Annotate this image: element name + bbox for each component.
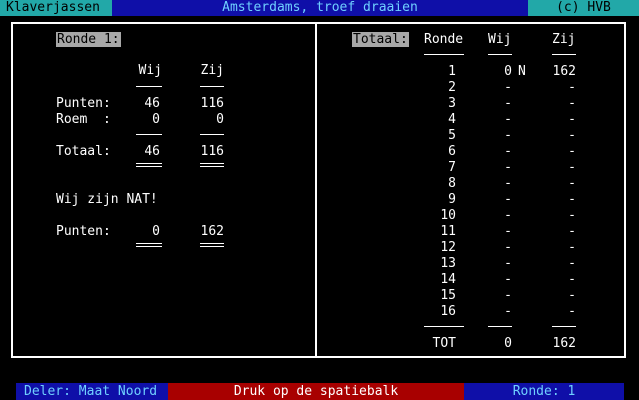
round-wij-score: - [504, 256, 512, 271]
round-zij-score: - [568, 96, 576, 111]
round-wij-score: - [504, 128, 512, 143]
right-col-zij: Zij [552, 32, 576, 47]
subtotal-rule-wij [136, 134, 162, 135]
round-number: 6 [448, 144, 456, 159]
final-points-wij: 0 [152, 224, 160, 239]
round-wij-score: - [504, 272, 512, 287]
points-zij: 116 [200, 96, 224, 111]
round-zij-score: - [568, 128, 576, 143]
score-frame [11, 22, 626, 358]
final-points-zij: 162 [200, 224, 224, 239]
total-wij: 46 [144, 144, 160, 159]
ronde-footer-rule [424, 326, 464, 327]
total-double-rule-zij [200, 163, 224, 167]
final-double-rule-wij [136, 243, 162, 247]
round-number: 15 [440, 288, 456, 303]
tot-wij: 0 [504, 336, 512, 351]
panel-divider [315, 22, 317, 358]
round-zij-score: - [568, 176, 576, 191]
round-wij-score: - [504, 208, 512, 223]
header-underline-zij [200, 86, 224, 87]
round-zij-score: - [568, 272, 576, 287]
total-zij: 116 [200, 144, 224, 159]
total-double-rule-wij [136, 163, 162, 167]
tot-zij: 162 [552, 336, 576, 351]
round-number: 14 [440, 272, 456, 287]
app-name: Klaverjassen [0, 0, 112, 16]
copyright-label: (c) HVB [528, 0, 639, 16]
wij-header-rule [488, 54, 512, 55]
roem-zij: 0 [216, 112, 224, 127]
round-number: 12 [440, 240, 456, 255]
header-underline-wij [136, 86, 162, 87]
points-label: Punten: [56, 96, 111, 111]
left-col-wij: Wij [138, 63, 162, 78]
round-number: 1 [448, 64, 456, 79]
round-zij-score: - [568, 208, 576, 223]
round-wij-score: - [504, 224, 512, 239]
round-zij-score: - [568, 304, 576, 319]
zij-footer-rule [552, 326, 576, 327]
round-number: 11 [440, 224, 456, 239]
round-label: Ronde 1: [56, 32, 121, 47]
round-wij-score: - [504, 144, 512, 159]
round-zij-score: - [568, 224, 576, 239]
final-points-label: Punten: [56, 224, 111, 239]
round-number: 16 [440, 304, 456, 319]
round-wij-score: 0 [504, 64, 512, 79]
press-space-prompt: Druk op de spatiebalk [168, 383, 464, 400]
round-number: 5 [448, 128, 456, 143]
round-wij-score: - [504, 176, 512, 191]
left-col-zij: Zij [200, 63, 224, 78]
round-wij-score: - [504, 80, 512, 95]
round-zij-score: - [568, 112, 576, 127]
round-wij-score: - [504, 112, 512, 127]
round-number: 3 [448, 96, 456, 111]
round-zij-score: - [568, 288, 576, 303]
zij-header-rule [552, 54, 576, 55]
round-number: 8 [448, 176, 456, 191]
round-wij-score: - [504, 288, 512, 303]
ronde-header-rule [424, 54, 464, 55]
round-zij-score: - [568, 256, 576, 271]
round-zij-score: - [568, 160, 576, 175]
round-number: 2 [448, 80, 456, 95]
round-wij-score: - [504, 240, 512, 255]
total-label: Totaal: [56, 144, 111, 159]
round-number: 10 [440, 208, 456, 223]
round-mark: N [518, 64, 526, 79]
round-zij-score: - [568, 192, 576, 207]
subtotal-rule-zij [200, 134, 224, 135]
roem-label: Roem : [56, 112, 111, 127]
round-zij-score: - [568, 144, 576, 159]
right-col-ronde: Ronde [424, 32, 464, 47]
game-variant-title: Amsterdams, troef draaien [112, 0, 528, 16]
roem-wij: 0 [152, 112, 160, 127]
wij-footer-rule [488, 326, 512, 327]
title-bar: Klaverjassen Amsterdams, troef draaien (… [0, 0, 639, 16]
dealer-label: Deler: Maat Noord [16, 383, 168, 400]
total-panel-label: Totaal: [352, 32, 409, 47]
round-wij-score: - [504, 160, 512, 175]
final-double-rule-zij [200, 243, 224, 247]
status-message: Wij zijn NAT! [56, 192, 158, 207]
round-number: 7 [448, 160, 456, 175]
round-zij-score: - [568, 80, 576, 95]
right-col-wij: Wij [488, 32, 512, 47]
round-zij-score: 162 [552, 64, 576, 79]
round-zij-score: - [568, 240, 576, 255]
round-wij-score: - [504, 304, 512, 319]
round-indicator: Ronde: 1 [464, 383, 624, 400]
status-bar: Deler: Maat Noord Druk op de spatiebalk … [0, 383, 639, 400]
round-wij-score: - [504, 96, 512, 111]
round-wij-score: - [504, 192, 512, 207]
tot-label: TOT [432, 336, 456, 351]
round-number: 4 [448, 112, 456, 127]
points-wij: 46 [144, 96, 160, 111]
round-number: 9 [448, 192, 456, 207]
round-number: 13 [440, 256, 456, 271]
